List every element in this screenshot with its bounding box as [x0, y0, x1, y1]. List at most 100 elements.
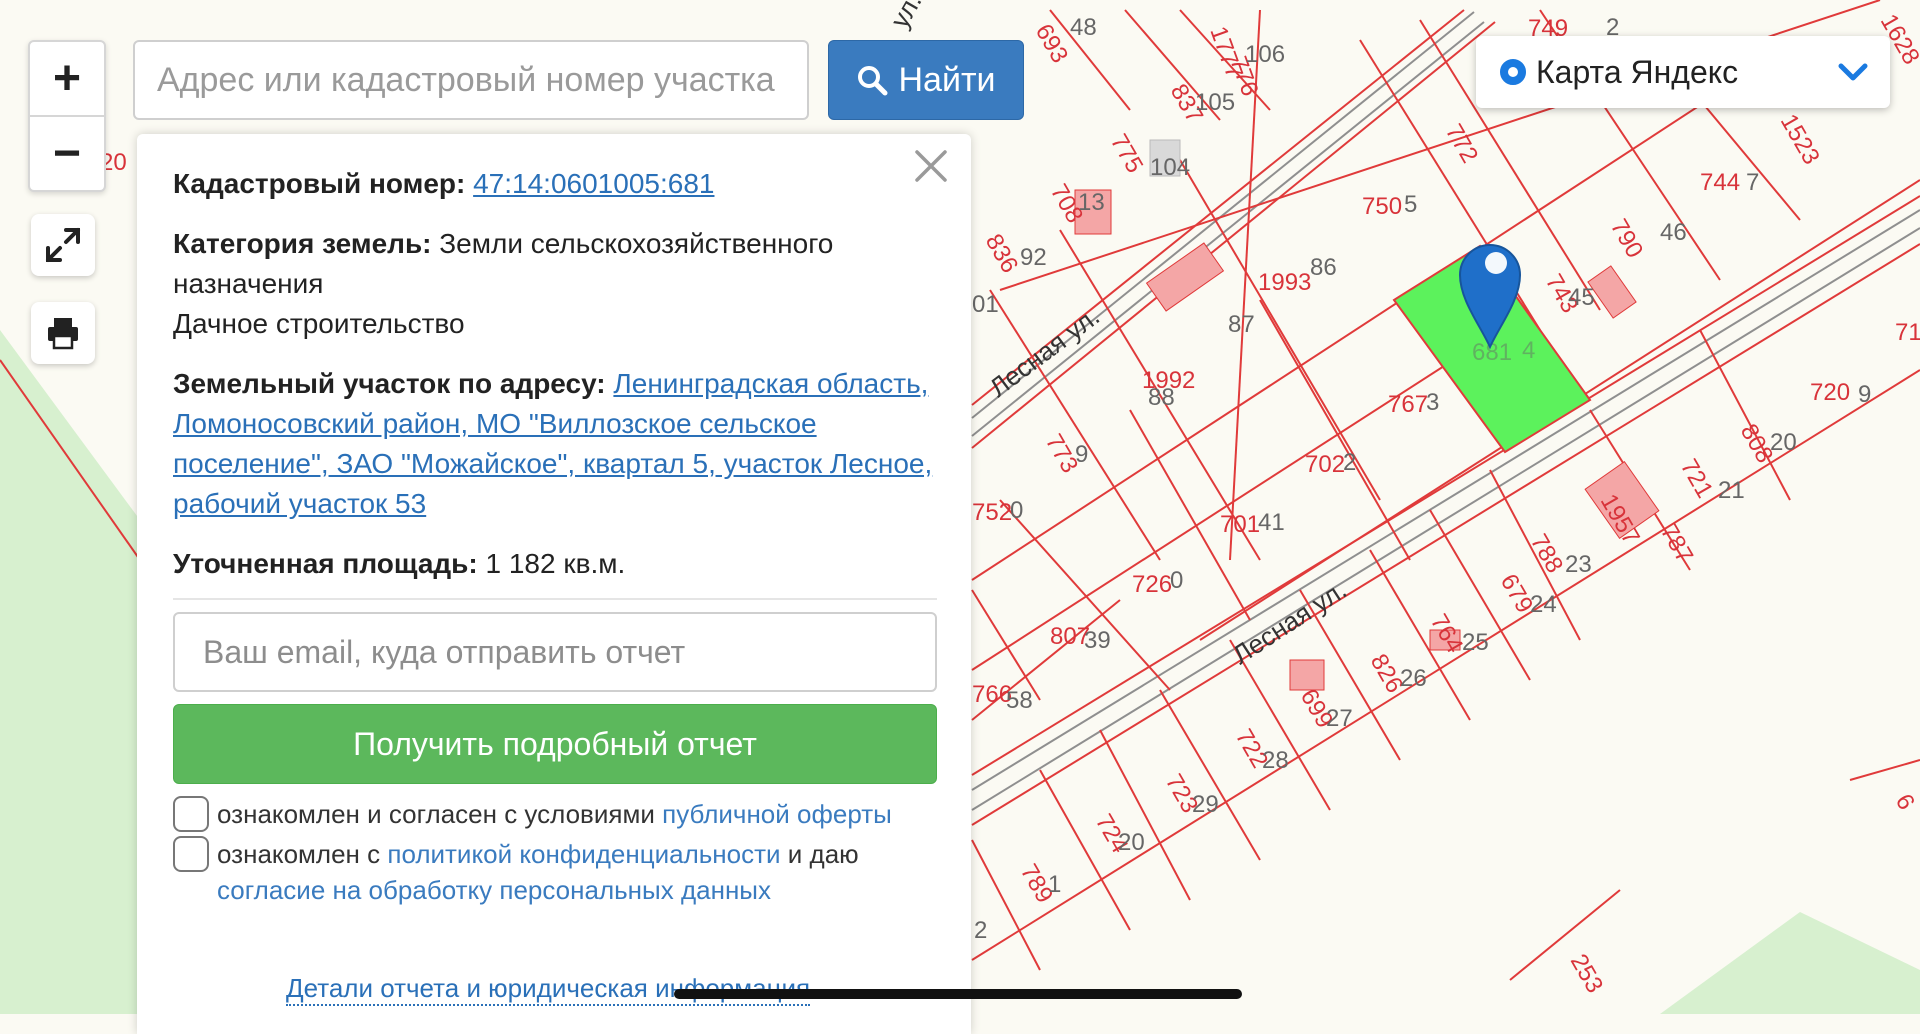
svg-text:20: 20 — [1770, 429, 1797, 456]
svg-text:105: 105 — [1195, 89, 1235, 116]
svg-text:25: 25 — [1462, 629, 1489, 656]
privacy-policy-link[interactable]: политикой конфиденциальности — [387, 839, 780, 869]
cadastral-number-link[interactable]: 47:14:0601005:681 — [473, 168, 714, 199]
get-report-button[interactable]: Получить подробный отчет — [173, 704, 937, 784]
expand-icon — [46, 228, 80, 262]
svg-text:702: 702 — [1305, 451, 1345, 478]
find-button[interactable]: Найти — [828, 40, 1024, 120]
address-label: Земельный участок по адресу: — [173, 368, 606, 399]
zoom-out-button[interactable]: − — [30, 115, 104, 190]
land-category: Категория земель: Земли сельскохозяйстве… — [173, 224, 937, 344]
svg-text:29: 29 — [1192, 791, 1219, 818]
green-area-bottom-right — [1660, 912, 1920, 1014]
svg-text:88: 88 — [1148, 384, 1175, 411]
personal-data-consent-link[interactable]: согласие на обработку персональных данны… — [217, 875, 771, 905]
svg-text:0: 0 — [1010, 497, 1023, 524]
svg-text:775: 775 — [1105, 130, 1148, 178]
svg-text:721: 721 — [1675, 455, 1718, 503]
svg-text:2: 2 — [1343, 449, 1356, 476]
svg-text:1: 1 — [1048, 871, 1061, 898]
svg-text:46: 46 — [1660, 219, 1687, 246]
svg-text:104: 104 — [1150, 154, 1190, 181]
svg-text:27: 27 — [1326, 705, 1353, 732]
privacy-checkbox[interactable] — [173, 836, 209, 872]
print-icon — [48, 318, 78, 350]
svg-text:6: 6 — [1890, 790, 1920, 815]
parcel-area: Уточненная площадь: 1 182 кв.м. — [173, 544, 937, 584]
svg-text:87: 87 — [1228, 311, 1255, 338]
consent-privacy-label: ознакомлен с — [217, 839, 388, 869]
divider — [173, 598, 937, 600]
street-label: Лесная ул. — [984, 301, 1105, 403]
svg-text:726: 726 — [1132, 571, 1172, 598]
svg-text:788: 788 — [1525, 530, 1568, 578]
consent-offer-label: ознакомлен и согласен с условиями — [217, 799, 663, 829]
category-label: Категория земель: — [173, 228, 432, 259]
svg-text:21: 21 — [1718, 477, 1745, 504]
svg-text:48: 48 — [1070, 14, 1097, 41]
land-usage: Дачное строительство — [173, 308, 465, 339]
svg-text:58: 58 — [1006, 687, 1033, 714]
svg-text:01: 01 — [972, 291, 999, 318]
home-indicator — [674, 989, 1242, 999]
svg-text:92: 92 — [1020, 244, 1047, 271]
consent-privacy-row: ознакомлен с политикой конфиденциальност… — [173, 836, 937, 908]
consent-offer-row: ознакомлен и согласен с условиями публич… — [173, 796, 937, 832]
svg-text:106: 106 — [1245, 41, 1285, 68]
chevron-down-icon — [1838, 63, 1868, 81]
svg-text:28: 28 — [1262, 747, 1289, 774]
cadastral-number: Кадастровый номер: 47:14:0601005:681 — [173, 164, 937, 204]
cadastral-label: Кадастровый номер: — [173, 168, 466, 199]
consent-privacy-label-2: и даю — [780, 839, 859, 869]
search-icon — [858, 66, 888, 96]
public-offer-link[interactable]: публичной оферты — [662, 799, 892, 829]
svg-text:23: 23 — [1565, 551, 1592, 578]
svg-text:0: 0 — [1170, 567, 1183, 594]
consent-offer-text: ознакомлен и согласен с условиями публич… — [217, 796, 892, 832]
svg-text:2: 2 — [974, 917, 987, 944]
svg-text:701: 701 — [1220, 511, 1260, 538]
svg-text:836: 836 — [980, 230, 1023, 278]
svg-text:1523: 1523 — [1775, 110, 1825, 170]
area-value: 1 182 кв.м. — [485, 548, 626, 579]
svg-text:4: 4 — [1522, 337, 1535, 364]
svg-text:744: 744 — [1700, 169, 1740, 196]
svg-text:45: 45 — [1568, 284, 1595, 311]
consent-privacy-text: ознакомлен с политикой конфиденциальност… — [217, 836, 859, 908]
svg-text:787: 787 — [1655, 520, 1698, 568]
svg-text:750: 750 — [1362, 193, 1402, 220]
svg-text:5: 5 — [1404, 191, 1417, 218]
map-layer-select[interactable]: Карта Яндекс — [1476, 36, 1890, 108]
svg-text:790: 790 — [1605, 215, 1648, 263]
street-label: ул. — [884, 0, 927, 33]
svg-text:71: 71 — [1895, 319, 1920, 346]
svg-text:693: 693 — [1030, 20, 1073, 68]
radio-dot-icon — [1500, 59, 1526, 85]
area-label: Уточненная площадь: — [173, 548, 478, 579]
zoom-control: + − — [28, 40, 106, 192]
svg-text:86: 86 — [1310, 254, 1337, 281]
print-button[interactable] — [31, 302, 95, 364]
svg-text:41: 41 — [1258, 509, 1285, 536]
green-area-left — [0, 330, 140, 1014]
svg-text:39: 39 — [1084, 627, 1111, 654]
svg-text:1993: 1993 — [1258, 269, 1311, 296]
svg-text:3: 3 — [1426, 389, 1439, 416]
svg-text:20: 20 — [1118, 829, 1145, 856]
parcel-info-panel: Кадастровый номер: 47:14:0601005:681 Кат… — [137, 134, 971, 1034]
svg-text:9: 9 — [1075, 441, 1088, 468]
parcel-address: Земельный участок по адресу: Ленинградск… — [173, 364, 937, 524]
svg-text:9: 9 — [1858, 381, 1871, 408]
email-field[interactable] — [173, 612, 937, 692]
fullscreen-button[interactable] — [31, 214, 95, 276]
svg-text:767: 767 — [1388, 391, 1428, 418]
map-layer-label: Карта Яндекс — [1536, 53, 1739, 90]
svg-text:253: 253 — [1565, 950, 1608, 998]
svg-text:7: 7 — [1746, 169, 1759, 196]
svg-text:26: 26 — [1400, 665, 1427, 692]
search-input[interactable] — [133, 40, 809, 120]
offer-checkbox[interactable] — [173, 796, 209, 832]
svg-text:772: 772 — [1440, 120, 1483, 168]
svg-text:13: 13 — [1078, 189, 1105, 216]
zoom-in-button[interactable]: + — [30, 42, 104, 115]
